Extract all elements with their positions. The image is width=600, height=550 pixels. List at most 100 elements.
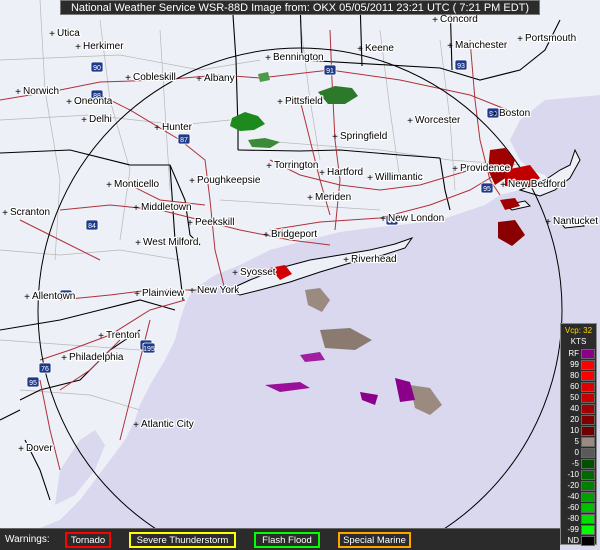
city-dot-icon: + — [61, 353, 67, 364]
highway-shield: 76 — [38, 362, 52, 374]
city-dot-icon: + — [134, 289, 140, 300]
city-marker: + PhiladelphiaPhiladelphia — [61, 351, 125, 365]
city-dot-icon: + — [15, 87, 21, 98]
highway-shield: 84 — [85, 219, 99, 231]
legend-swatch — [581, 437, 595, 447]
city-label: Worcester — [415, 115, 461, 126]
highway-shield: 91 — [323, 64, 337, 76]
city-marker: + KeeneKeene — [357, 42, 396, 56]
city-dot-icon: + — [133, 420, 139, 431]
city-dot-icon: + — [432, 15, 438, 26]
city-marker: + HerkimerHerkimer — [75, 40, 125, 54]
city-dot-icon: + — [133, 203, 139, 214]
city-label: Albany — [204, 73, 235, 84]
city-dot-icon: + — [66, 97, 72, 108]
tornado-warning-button[interactable]: Tornado — [65, 532, 111, 548]
city-label: Scranton — [10, 207, 50, 218]
city-label: Torrington — [274, 160, 318, 171]
city-dot-icon: + — [24, 292, 30, 303]
special-marine-warning-button[interactable]: Special Marine — [338, 532, 411, 548]
warnings-label: Warnings: — [5, 534, 50, 545]
city-marker: + CobleskillCobleskill — [125, 71, 177, 85]
city-label: Dover — [26, 443, 53, 454]
shield-number: 93 — [457, 63, 465, 70]
shield-number: 95 — [29, 380, 37, 387]
city-marker: + MiddletownMiddletown — [133, 201, 193, 215]
legend-row: ND — [563, 535, 596, 547]
legend-swatch — [581, 514, 595, 524]
city-dot-icon: + — [277, 97, 283, 108]
highway-shield: 95 — [480, 182, 494, 194]
legend-swatch — [581, 393, 595, 403]
highway-shield: 93 — [454, 59, 468, 71]
shield-number: 87 — [180, 137, 188, 144]
city-marker: + PortsmouthPortsmouth — [517, 32, 577, 46]
city-dot-icon: + — [545, 217, 551, 228]
legend-swatch — [581, 459, 595, 469]
city-marker: + AlbanyAlbany — [196, 72, 236, 86]
city-label: Pittsfield — [285, 96, 323, 107]
warnings-bar: Warnings: Tornado Severe Thunderstorm Fl… — [0, 528, 560, 550]
city-label: Willimantic — [375, 172, 423, 183]
city-label: Peekskill — [195, 217, 234, 228]
legend-swatch — [581, 503, 595, 513]
city-label: Hunter — [162, 122, 193, 133]
radar-map[interactable]: 90888791939084959578957695195 +UticaUtic… — [0, 0, 600, 550]
legend-value: ND — [567, 536, 579, 545]
city-dot-icon: + — [517, 34, 523, 45]
legend-swatch — [581, 536, 595, 546]
city-marker: + West MilfordWest Milford — [135, 236, 200, 250]
city-label: Atlantic City — [141, 419, 194, 430]
city-dot-icon: + — [491, 109, 497, 120]
severe-thunderstorm-warning-button[interactable]: Severe Thunderstorm — [129, 532, 236, 548]
city-dot-icon: + — [265, 53, 271, 64]
city-marker: + Atlantic CityAtlantic City — [133, 418, 195, 432]
city-dot-icon: + — [75, 42, 81, 53]
legend-swatch — [581, 448, 595, 458]
city-label: Nantucket — [553, 216, 598, 227]
city-dot-icon: + — [187, 218, 193, 229]
city-label: Delhi — [89, 114, 112, 125]
image-title: National Weather Service WSR-88D Image f… — [60, 0, 540, 15]
city-label: Hartford — [327, 167, 363, 178]
city-marker: + OneontaOneonta — [66, 95, 114, 109]
city-dot-icon: + — [154, 123, 160, 134]
legend-swatch — [581, 525, 595, 535]
flash-flood-warning-button[interactable]: Flash Flood — [254, 532, 320, 548]
highway-shield: 95 — [26, 376, 40, 388]
shield-number: 91 — [326, 68, 334, 75]
city-dot-icon: + — [367, 173, 373, 184]
city-dot-icon: + — [189, 286, 195, 297]
city-dot-icon: + — [49, 29, 55, 40]
city-marker: + PlainviewPlainview — [134, 287, 186, 301]
city-dot-icon: + — [98, 331, 104, 342]
city-dot-icon: + — [500, 180, 506, 191]
city-label: Trenton — [106, 330, 140, 341]
city-marker: + DelhiDelhi — [81, 113, 113, 127]
legend-swatch — [581, 415, 595, 425]
city-marker: + MonticelloMonticello — [106, 178, 161, 192]
highway-shield: 90 — [90, 61, 104, 73]
city-dot-icon: + — [332, 132, 338, 143]
radar-frame: 90888791939084959578957695195 +UticaUtic… — [0, 0, 600, 550]
city-dot-icon: + — [343, 255, 349, 266]
city-label: Cobleskill — [133, 72, 176, 83]
legend-swatch — [581, 371, 595, 381]
legend-swatch — [581, 360, 595, 370]
shield-number: 195 — [143, 346, 155, 353]
city-dot-icon: + — [232, 268, 238, 279]
city-label: Keene — [365, 43, 394, 54]
city-marker: + SpringfieldSpringfield — [332, 130, 388, 144]
city-marker: + DoverDover — [18, 442, 55, 456]
city-label: Plainview — [142, 288, 185, 299]
city-label: New Bedford — [508, 179, 566, 190]
city-marker: + PeekskillPeekskill — [187, 216, 236, 230]
city-label: Riverhead — [351, 254, 397, 265]
city-marker: + New BedfordNew Bedford — [500, 178, 567, 192]
city-label: Philadelphia — [69, 352, 124, 363]
city-dot-icon: + — [452, 164, 458, 175]
legend-swatch — [581, 382, 595, 392]
shield-number: 76 — [41, 366, 49, 373]
city-dot-icon: + — [307, 193, 313, 204]
city-label: West Milford — [143, 237, 198, 248]
